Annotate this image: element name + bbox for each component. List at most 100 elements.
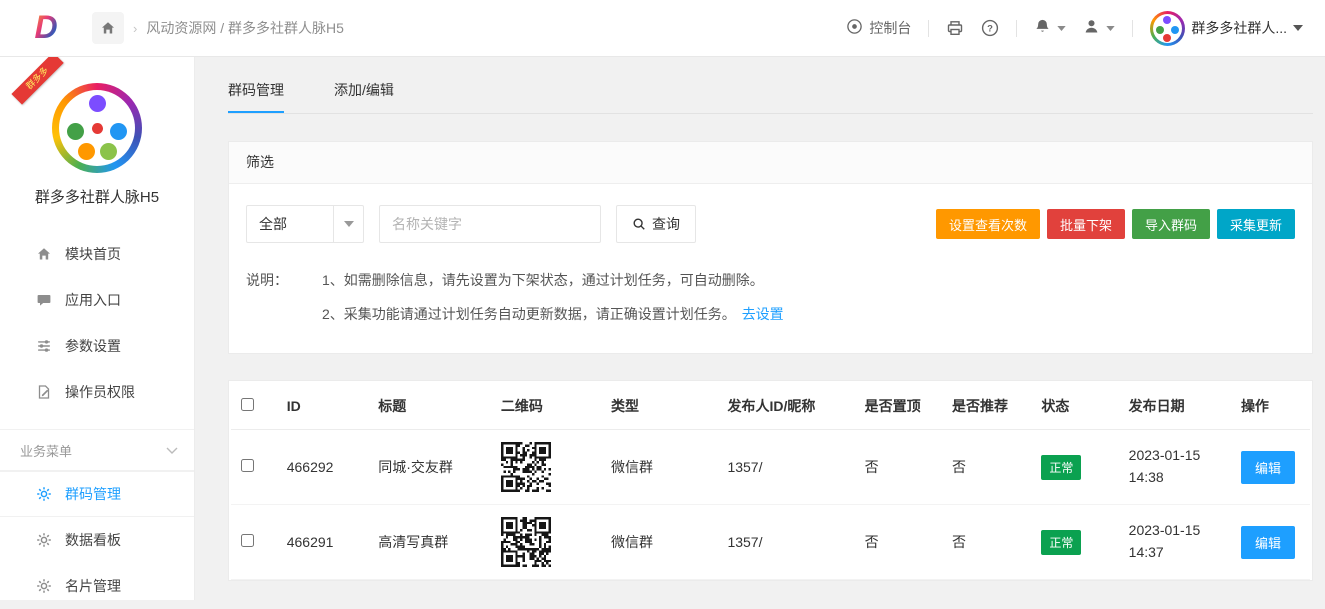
breadcrumb: 风动资源网 / 群多多社群人脉H5: [146, 18, 344, 38]
divider: [1016, 20, 1017, 37]
svg-text:D: D: [34, 9, 57, 45]
collect-update-button[interactable]: 采集更新: [1217, 209, 1295, 239]
gear-icon: [36, 578, 52, 594]
cell-is-top: 否: [855, 430, 942, 505]
permission-icon: [36, 384, 52, 400]
sidebar-item-module-home[interactable]: 模块首页: [0, 231, 194, 277]
sidebar-item-app-entry[interactable]: 应用入口: [0, 277, 194, 323]
gear-icon: [36, 486, 52, 502]
home-icon: [36, 246, 52, 262]
search-button-label: 查询: [652, 214, 680, 234]
tab-add-edit[interactable]: 添加/编辑: [334, 80, 394, 113]
sidebar-menu: 模块首页 应用入口 参数设置 操作员权限 业: [0, 231, 194, 609]
notifications-menu[interactable]: [1034, 18, 1066, 38]
chevron-down-icon: [1293, 25, 1303, 31]
help-icon[interactable]: ?: [981, 19, 999, 37]
chat-icon: [36, 292, 52, 308]
qr-code-image: [501, 517, 551, 567]
notes-label: 说明：: [246, 270, 322, 325]
tab-bar: 群码管理 添加/编辑: [228, 57, 1313, 113]
home-icon[interactable]: [92, 12, 124, 44]
set-view-count-button[interactable]: 设置查看次数: [936, 209, 1040, 239]
header-publisher: 发布人ID/昵称: [717, 381, 854, 430]
sidebar-item-label: 群码管理: [65, 484, 121, 504]
tab-divider: [228, 113, 1313, 114]
user-menu[interactable]: [1083, 18, 1115, 38]
console-label: 控制台: [869, 18, 911, 38]
cell-id: 466291: [277, 505, 368, 580]
cell-publisher: 1357/: [717, 505, 854, 580]
bulk-unpublish-button[interactable]: 批量下架: [1047, 209, 1125, 239]
sidebar: 群多多 群多多社群人脉H5 模块首页 应用入口 参数设: [0, 57, 195, 600]
bell-icon: [1034, 18, 1051, 38]
sidebar-item-group-code-management[interactable]: 群码管理: [0, 471, 194, 517]
sidebar-item-label: 数据看板: [65, 530, 121, 550]
chevron-down-icon: [1057, 26, 1066, 31]
cell-title: 高清写真群: [368, 505, 491, 580]
search-button[interactable]: 查询: [616, 205, 696, 243]
divider: [928, 20, 929, 37]
header-status: 状态: [1031, 381, 1118, 430]
main-content: 群码管理 添加/编辑 筛选 全部 查询 设置查看: [196, 57, 1325, 600]
sidebar-item-parameters[interactable]: 参数设置: [0, 323, 194, 369]
header-title: 标题: [368, 381, 491, 430]
row-checkbox[interactable]: [241, 534, 254, 547]
header-is-recommended: 是否推荐: [942, 381, 1031, 430]
sidebar-item-label: 操作员权限: [65, 382, 135, 402]
cell-is-recommended: 否: [942, 505, 1031, 580]
app-title: 群多多社群人脉H5: [0, 186, 194, 207]
edit-button[interactable]: 编辑: [1241, 451, 1295, 484]
type-select[interactable]: 全部: [246, 205, 364, 243]
sidebar-item-label: 应用入口: [65, 290, 121, 310]
cell-is-top: 否: [855, 505, 942, 580]
sidebar-item-data-dashboard[interactable]: 数据看板: [0, 517, 194, 563]
sidebar-item-card-management[interactable]: 名片管理: [0, 563, 194, 609]
app-avatar: [52, 83, 142, 173]
app-identity: 群多多 群多多社群人脉H5: [0, 57, 194, 223]
user-icon: [1083, 18, 1100, 38]
select-all-checkbox[interactable]: [241, 398, 254, 411]
console-icon: [846, 18, 863, 38]
note-line-2-text: 2、采集功能请通过计划任务自动更新数据，请正确设置计划任务。: [322, 306, 736, 322]
search-icon: [632, 217, 646, 231]
chevron-down-icon: [166, 447, 178, 454]
tab-group-code-management[interactable]: 群码管理: [228, 80, 284, 113]
row-checkbox[interactable]: [241, 459, 254, 472]
filter-panel-title: 筛选: [229, 142, 1312, 184]
group-code-table-panel: ID 标题 二维码 类型 发布人ID/昵称 是否置顶 是否推荐 状态 发布日期 …: [228, 380, 1313, 581]
topbar: D › 风动资源网 / 群多多社群人脉H5 控制台 ?: [0, 0, 1325, 57]
status-badge: 正常: [1041, 455, 1081, 480]
status-badge: 正常: [1041, 530, 1081, 555]
header-actions: 操作: [1231, 381, 1310, 430]
cell-publish-date: 2023-01-15 14:37: [1119, 505, 1231, 580]
header-id: ID: [277, 381, 368, 430]
topbar-actions: 控制台 ?: [846, 11, 1325, 46]
go-to-settings-link[interactable]: 去设置: [742, 306, 784, 322]
keyword-input[interactable]: [379, 205, 601, 243]
account-switcher[interactable]: 群多多社群人...: [1150, 11, 1303, 46]
table-header-row: ID 标题 二维码 类型 发布人ID/昵称 是否置顶 是否推荐 状态 发布日期 …: [231, 381, 1310, 430]
cell-id: 466292: [277, 430, 368, 505]
sidebar-section-business-menu[interactable]: 业务菜单: [0, 429, 194, 471]
import-group-codes-button[interactable]: 导入群码: [1132, 209, 1210, 239]
breadcrumb-separator: ›: [133, 21, 137, 36]
sidebar-item-operator-permissions[interactable]: 操作员权限: [0, 369, 194, 415]
bulk-actions: 设置查看次数 批量下架 导入群码 采集更新: [936, 209, 1295, 239]
printer-icon[interactable]: [946, 19, 964, 37]
edit-button[interactable]: 编辑: [1241, 526, 1295, 559]
cell-publish-date: 2023-01-15 14:38: [1119, 430, 1231, 505]
table-row: 466292 同城·交友群 微信群 1357/ 否 否 正常 2023-01-1…: [231, 430, 1310, 505]
cell-type: 微信群: [601, 430, 717, 505]
cell-publisher: 1357/: [717, 430, 854, 505]
type-select-value: 全部: [247, 214, 333, 234]
group-code-table: ID 标题 二维码 类型 发布人ID/昵称 是否置顶 是否推荐 状态 发布日期 …: [231, 381, 1310, 580]
sidebar-item-label: 名片管理: [65, 576, 121, 596]
chevron-down-icon: [333, 206, 363, 242]
console-link[interactable]: 控制台: [846, 18, 911, 38]
app-logo[interactable]: D: [0, 7, 92, 49]
header-is-top: 是否置顶: [855, 381, 942, 430]
cell-type: 微信群: [601, 505, 717, 580]
qr-code-image: [501, 442, 551, 492]
logo-ribbon: 群多多: [11, 52, 63, 104]
notes-block: 说明： 1、如需删除信息，请先设置为下架状态，通过计划任务，可自动删除。 2、采…: [246, 270, 1295, 325]
